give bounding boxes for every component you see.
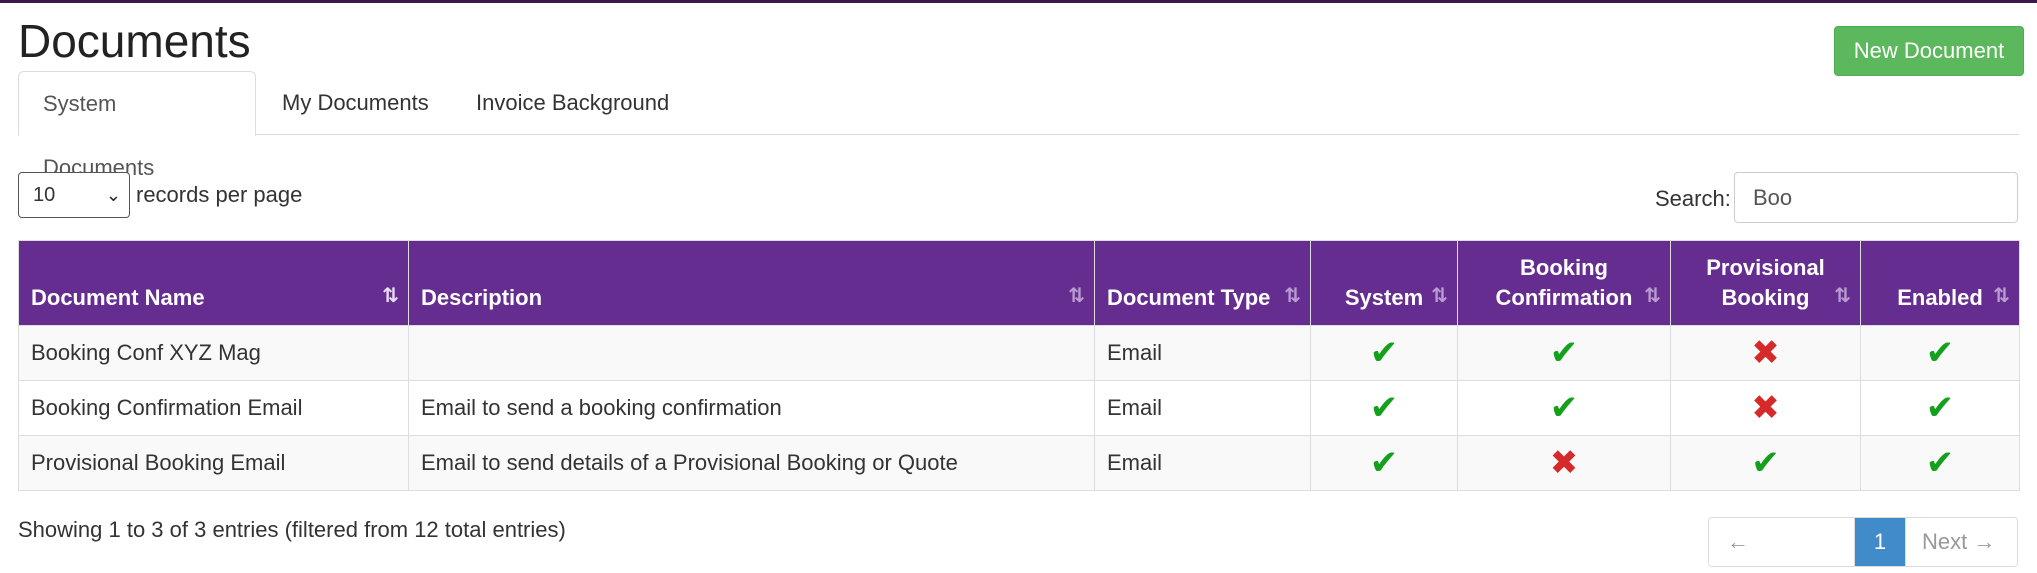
description-cell: [408, 325, 1095, 381]
next-page-button[interactable]: Next →: [1905, 518, 2017, 566]
document-name-cell: Booking Confirmation Email: [18, 380, 409, 436]
document-tabs: System Documents My Documents Invoice Ba…: [18, 71, 2019, 180]
booking-confirmation-cell: ✔: [1457, 325, 1671, 381]
search-label: Search:: [1655, 186, 1731, 211]
system-cell: ✔: [1310, 435, 1458, 491]
enabled-cell: ✔: [1860, 325, 2020, 381]
new-document-button[interactable]: New Document: [1834, 26, 2024, 76]
column-header-description[interactable]: Description ⇅: [408, 240, 1095, 326]
system-cell: ✔: [1310, 380, 1458, 436]
search-input[interactable]: Boo: [1734, 172, 2018, 223]
cross-icon: ✖: [1751, 389, 1780, 427]
check-icon: ✔: [1925, 389, 1955, 427]
column-header-document-type[interactable]: Document Type ⇅: [1094, 240, 1311, 326]
table-row[interactable]: Booking Confirmation Email Email to send …: [18, 380, 2020, 436]
table-row[interactable]: Provisional Booking Email Email to send d…: [18, 435, 2020, 491]
records-per-page-label: records per page: [136, 182, 303, 207]
table-row[interactable]: Booking Conf XYZ Mag Email ✔ ✔ ✖ ✔: [18, 325, 2020, 381]
description-cell: Email to send details of a Provisional B…: [408, 435, 1095, 491]
provisional-booking-cell: ✖: [1670, 380, 1861, 436]
check-icon: ✔: [1369, 334, 1399, 372]
provisional-booking-cell: ✔: [1670, 435, 1861, 491]
check-icon: ✔: [1751, 444, 1780, 482]
system-cell: ✔: [1310, 325, 1458, 381]
check-icon: ✔: [1549, 334, 1579, 372]
page-title: Documents: [18, 15, 251, 67]
check-icon: ✔: [1549, 389, 1579, 427]
provisional-booking-cell: ✖: [1670, 325, 1861, 381]
booking-confirmation-cell: ✔: [1457, 380, 1671, 436]
sort-icon: ⇅: [1431, 285, 1448, 307]
tab-invoice-background[interactable]: Invoice Background: [452, 71, 693, 135]
previous-page-button[interactable]: ← Previous: [1709, 518, 1855, 566]
records-per-page-select[interactable]: 10 ⌄: [18, 172, 130, 218]
check-icon: ✔: [1369, 444, 1399, 482]
description-cell: Email to send a booking confirmation: [408, 380, 1095, 436]
column-header-document-name[interactable]: Document Name ⇅: [18, 240, 409, 326]
column-header-provisional-booking[interactable]: Provisional Booking ⇅: [1670, 240, 1861, 326]
table-header-row: Document Name ⇅ Description ⇅ Document Typ…: [18, 240, 2020, 326]
sort-icon: ⇅: [1284, 285, 1301, 307]
booking-confirmation-cell: ✖: [1457, 435, 1671, 491]
chevron-down-icon: ⌄: [105, 185, 121, 205]
column-header-booking-confirmation[interactable]: Booking Confirmation ⇅: [1457, 240, 1671, 326]
table-info: Showing 1 to 3 of 3 entries (filtered fr…: [18, 517, 566, 542]
cross-icon: ✖: [1751, 334, 1780, 372]
document-type-cell: Email: [1094, 435, 1311, 491]
column-header-label: Enabled: [1897, 285, 1983, 310]
enabled-cell: ✔: [1860, 435, 2020, 491]
check-icon: ✔: [1925, 444, 1955, 482]
sort-icon: ⇅: [1644, 285, 1661, 307]
column-header-system[interactable]: System ⇅: [1310, 240, 1458, 326]
document-type-cell: Email: [1094, 325, 1311, 381]
sort-icon: ⇅: [1834, 285, 1851, 307]
cross-icon: ✖: [1549, 444, 1579, 482]
page-1-button[interactable]: 1: [1855, 518, 1905, 566]
column-header-label: Document Type: [1107, 285, 1271, 310]
column-header-label: System: [1344, 285, 1424, 310]
column-header-label: Booking Confirmation: [1495, 255, 1633, 310]
document-type-cell: Email: [1094, 380, 1311, 436]
check-icon: ✔: [1369, 389, 1399, 427]
pagination: ← Previous 1 Next →: [1708, 517, 2018, 567]
document-name-cell: Provisional Booking Email: [18, 435, 409, 491]
column-header-enabled[interactable]: Enabled ⇅: [1860, 240, 2020, 326]
tab-my-documents[interactable]: My Documents: [258, 71, 453, 135]
column-header-label: Document Name: [31, 285, 205, 310]
records-per-page-value: 10: [33, 184, 56, 206]
sort-asc-icon: ⇅: [382, 285, 399, 307]
column-header-label: Provisional Booking: [1706, 255, 1825, 310]
tab-system-documents[interactable]: System Documents: [18, 71, 256, 180]
enabled-cell: ✔: [1860, 380, 2020, 436]
documents-table: Document Name ⇅ Description ⇅ Document Typ…: [18, 240, 2020, 491]
sort-icon: ⇅: [1993, 285, 2010, 307]
column-header-label: Description: [421, 285, 543, 310]
check-icon: ✔: [1925, 334, 1955, 372]
sort-icon: ⇅: [1068, 285, 1085, 307]
document-name-cell: Booking Conf XYZ Mag: [18, 325, 409, 381]
